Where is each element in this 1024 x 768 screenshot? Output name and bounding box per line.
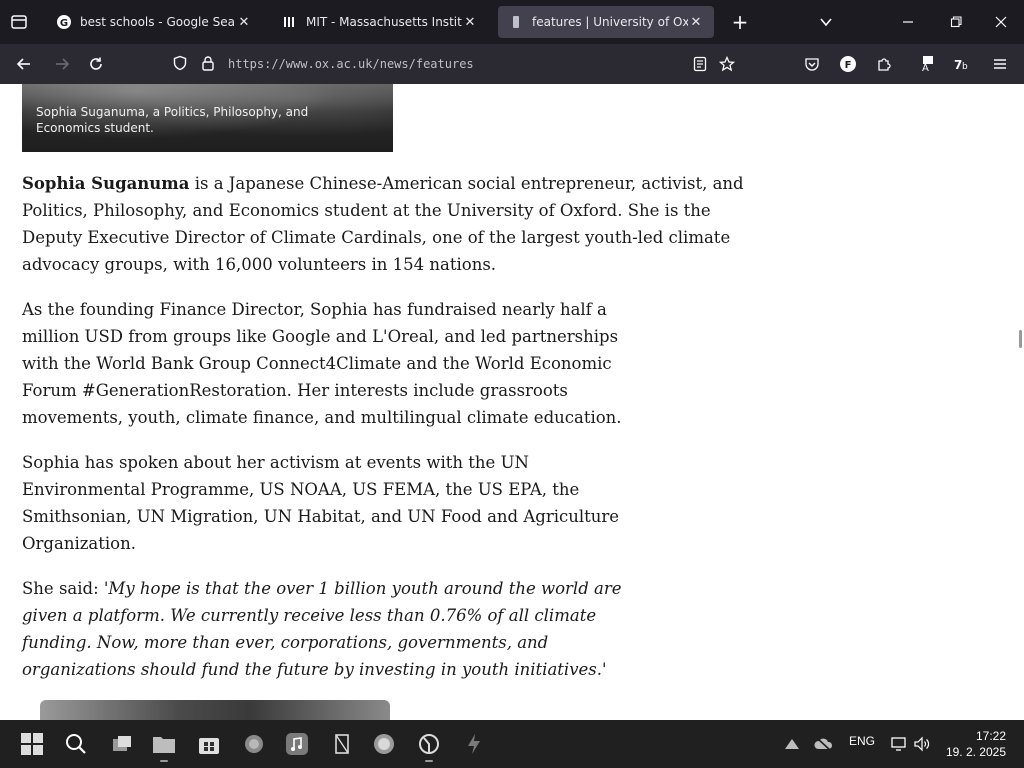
reader-view-button[interactable] [686,50,714,78]
start-button[interactable] [18,730,46,758]
paragraph-activism: Sophia has spoken about her activism at … [22,453,620,553]
firefox-view-icon [11,15,27,29]
minimize-icon [903,21,913,23]
pocket-icon [805,58,819,71]
system-clock[interactable]: 17:22 19. 2. 2025 [946,728,1006,760]
tab-title: MIT - Massachusetts Institute of Technol… [306,15,462,29]
extension-icon: 7b [954,58,968,72]
app-button-edge[interactable] [328,730,356,758]
app-button[interactable] [240,730,268,758]
pocket-button[interactable] [798,50,826,78]
article-body: Sophia Suganuma is a Japanese Chinese-Am… [22,170,762,701]
search-icon [66,734,86,754]
menu-button[interactable] [986,50,1014,78]
restore-icon [950,16,962,28]
scrollbar[interactable] [1019,330,1022,348]
account-button[interactable]: F [834,50,862,78]
star-icon [719,56,735,72]
oxford-icon [508,14,524,30]
app-button-bolt[interactable] [460,730,488,758]
task-view-button[interactable] [108,730,136,758]
translate-extension-button[interactable]: A [912,50,940,78]
nav-toolbar: https://www.ox.ac.uk/news/features F A 7… [0,44,1024,84]
tab-close-icon[interactable]: ✕ [688,15,704,30]
svg-text:F: F [845,60,852,71]
svg-text:A: A [922,63,929,73]
lock-icon[interactable] [200,55,216,74]
puzzle-icon [878,58,891,71]
tab-close-icon[interactable]: ✕ [462,15,478,30]
tab-title: features | University of Oxford [532,15,688,29]
minimize-button[interactable] [894,8,922,36]
network-tray-icon[interactable] [778,730,806,758]
folder-icon [153,737,175,753]
firefox-taskbar-button[interactable] [415,730,443,762]
bookmark-star-button[interactable] [713,50,741,78]
tab-strip: G best schools - Google Search ✕ MIT - M… [0,0,1024,44]
lightning-icon [468,734,480,754]
browser-app-icon [374,734,394,754]
paragraph-intro: Sophia Suganuma is a Japanese Chinese-Am… [22,174,744,274]
restore-button[interactable] [942,8,970,36]
article-photo: Sophia Suganuma, a Politics, Philosophy,… [22,84,393,152]
account-avatar-icon: F [840,56,856,72]
next-image [40,700,390,720]
language-indicator[interactable]: ENG [849,734,875,748]
back-button[interactable] [10,50,38,78]
cloud-tray-icon[interactable] [810,730,838,758]
music-note-icon [286,733,308,755]
paragraph-quote: She said: 'My hope is that the over 1 bi… [22,579,622,679]
list-all-tabs-button[interactable] [814,10,838,34]
extensions-button[interactable] [870,50,898,78]
tab-oxford-features[interactable]: features | University of Oxford ✕ [498,6,714,38]
document-app-icon [335,734,349,754]
reader-view-icon [693,56,707,72]
photo-caption: Sophia Suganuma, a Politics, Philosophy,… [36,105,309,135]
url-text[interactable]: https://www.ox.ac.uk/news/features [228,57,474,71]
new-tab-button[interactable]: + [728,10,752,34]
svg-text:b: b [962,62,968,72]
firefox-view-button[interactable] [0,0,38,44]
close-window-button[interactable] [987,8,1015,36]
globe-app-icon [245,735,263,753]
url-bar[interactable]: https://www.ox.ac.uk/news/features [164,50,672,78]
paragraph-finance: As the founding Finance Director, Sophia… [22,300,622,427]
arrow-right-icon [56,58,70,70]
hamburger-menu-icon [994,59,1006,69]
tab-close-icon[interactable]: ✕ [236,15,252,30]
forward-button[interactable] [48,50,76,78]
microsoft-store-button[interactable] [195,730,223,758]
mit-icon [282,14,298,30]
web-page: Sophia Suganuma, a Politics, Philosophy,… [0,84,1024,720]
file-explorer-button[interactable] [150,730,178,762]
browser-app-button[interactable] [370,730,398,758]
quote-text: 'My hope is that the over 1 billion yout… [22,579,622,679]
extension-button[interactable]: 7b [948,50,976,78]
search-button[interactable] [62,730,90,758]
google-icon: G [56,14,72,30]
store-icon [199,738,219,754]
svg-text:G: G [60,18,68,29]
translate-icon: A [922,56,933,73]
volume-icon[interactable] [908,730,936,758]
tab-mit[interactable]: MIT - Massachusetts Institute of Technol… [272,6,488,38]
arrow-left-icon [16,58,30,70]
tab-google-search[interactable]: G best schools - Google Search ✕ [46,6,262,38]
windows-logo-icon [21,733,43,755]
firefox-icon [419,734,439,754]
task-view-icon [113,736,131,751]
tab-title: best schools - Google Search [80,15,236,29]
reload-icon [90,57,102,70]
tracking-protection-icon[interactable] [172,55,188,74]
reload-button[interactable] [82,50,110,78]
clock-time: 17:22 [975,729,1006,743]
person-name: Sophia Suganuma [22,174,190,193]
close-icon [995,16,1007,28]
chevron-down-icon [820,18,832,27]
clock-date: 19. 2. 2025 [945,745,1006,759]
taskbar: ENG 17:22 19. 2. 2025 [0,720,1024,768]
music-app-button[interactable] [283,730,311,758]
